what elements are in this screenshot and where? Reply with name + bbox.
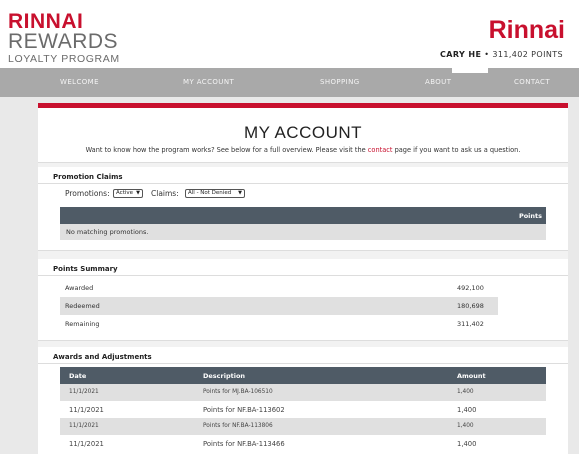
- award-date: 11/1/2021: [69, 423, 99, 429]
- column-header-points[interactable]: Points: [519, 212, 542, 220]
- chevron-down-icon: ▼: [136, 190, 140, 196]
- page-title: MY ACCOUNT: [243, 123, 363, 142]
- column-header-date[interactable]: Date: [69, 372, 86, 380]
- rinnai-rewards-logo[interactable]: RINNAI REWARDS LOYALTY PROGRAM: [8, 10, 120, 65]
- award-amount: 1,400: [457, 423, 474, 429]
- table-row: 11/1/2021 Points for NF.BA-113602 1,400: [60, 401, 546, 418]
- logo-text-rewards: REWARDS: [8, 30, 119, 53]
- section-title-awards-adjustments: Awards and Adjustments: [53, 353, 152, 361]
- section-title-promotion-claims: Promotion Claims: [53, 173, 123, 181]
- section-divider: [38, 275, 568, 276]
- award-amount: 1,400: [457, 406, 477, 414]
- intro-text-start: Want to know how the program works? See …: [85, 146, 368, 154]
- nav-item-shopping[interactable]: SHOPPING: [320, 68, 360, 97]
- table-row: Awarded 492,100: [60, 279, 498, 297]
- awards-table-header: Date Description Amount: [60, 367, 546, 384]
- promotions-table-header: Points: [60, 207, 546, 224]
- summary-label-redeemed: Redeemed: [65, 302, 100, 310]
- award-description: Points for MJ.BA-106510: [203, 389, 273, 395]
- nav-item-contact[interactable]: CONTACT: [514, 68, 550, 97]
- award-amount: 1,400: [457, 389, 474, 395]
- nav-item-about[interactable]: ABOUT: [425, 68, 451, 97]
- user-separator: •: [484, 50, 490, 59]
- nav-active-indicator: [452, 68, 488, 73]
- section-divider: [38, 183, 568, 184]
- awards-adjustments-panel: Awards and Adjustments Date Description …: [38, 347, 568, 454]
- section-gap: [38, 251, 568, 259]
- empty-message: No matching promotions.: [66, 228, 149, 236]
- intro-text: Want to know how the program works? See …: [38, 146, 568, 154]
- main-content: MY ACCOUNT Want to know how the program …: [38, 103, 568, 454]
- award-description: Points for NF.BA-113466: [203, 440, 285, 448]
- award-description: Points for NF.BA-113602: [203, 406, 285, 414]
- summary-value-awarded: 492,100: [457, 284, 484, 292]
- title-panel: MY ACCOUNT Want to know how the program …: [38, 108, 568, 163]
- nav-item-welcome[interactable]: WELCOME: [60, 68, 99, 97]
- summary-value-redeemed: 180,698: [457, 302, 484, 310]
- column-header-description[interactable]: Description: [203, 372, 245, 380]
- award-amount: 1,400: [457, 440, 477, 448]
- table-row: Redeemed 180,698: [60, 297, 498, 315]
- intro-text-end: page if you want to ask us a question.: [392, 146, 521, 154]
- table-row: Remaining 311,402: [60, 315, 498, 333]
- site-header: RINNAI REWARDS LOYALTY PROGRAM Rinnai CA…: [0, 0, 579, 68]
- summary-value-remaining: 311,402: [457, 320, 484, 328]
- award-description: Points for NF.BA-113806: [203, 423, 273, 429]
- logo-text-loyalty-program: LOYALTY PROGRAM: [8, 53, 120, 65]
- table-row: 11/1/2021 Points for NF.BA-113466 1,400: [60, 435, 546, 452]
- rinnai-brand-logo[interactable]: Rinnai: [489, 16, 565, 45]
- chevron-down-icon: ▼: [238, 190, 242, 196]
- section-divider: [38, 363, 568, 364]
- section-title-points-summary: Points Summary: [53, 265, 118, 273]
- claims-filter-label: Claims:: [151, 189, 179, 198]
- promotions-empty-row: No matching promotions.: [60, 224, 546, 240]
- award-date: 11/1/2021: [69, 406, 104, 414]
- column-header-amount[interactable]: Amount: [457, 372, 486, 380]
- promotions-filter-select[interactable]: Active ▼: [113, 189, 143, 198]
- promotions-filter-label: Promotions:: [65, 189, 110, 198]
- table-row: 11/1/2021 Points for MJ.BA-106510 1,400: [60, 384, 546, 401]
- promotion-claims-panel: Promotion Claims Promotions: Active ▼ Cl…: [38, 167, 568, 251]
- points-summary-panel: Points Summary Awarded 492,100 Redeemed …: [38, 259, 568, 341]
- promotions-filter-value: Active: [116, 190, 134, 196]
- table-row: 11/1/2021 Points for NF.BA-113806 1,400: [60, 418, 546, 435]
- summary-label-remaining: Remaining: [65, 320, 100, 328]
- award-date: 11/1/2021: [69, 389, 99, 395]
- award-date: 11/1/2021: [69, 440, 104, 448]
- logo-text-rinnai: RINNAI: [8, 10, 84, 33]
- nav-item-my-account[interactable]: MY ACCOUNT: [183, 68, 234, 97]
- user-info: CARY HE • 311,402 POINTS: [440, 50, 563, 59]
- claims-filter-select[interactable]: All - Not Denied ▼: [185, 189, 245, 198]
- summary-label-awarded: Awarded: [65, 284, 94, 292]
- user-name[interactable]: CARY HE: [440, 50, 481, 59]
- contact-link[interactable]: contact: [368, 146, 393, 154]
- main-nav: WELCOME MY ACCOUNT SHOPPING ABOUT CONTAC…: [0, 68, 579, 97]
- claims-filter-value: All - Not Denied: [188, 190, 232, 196]
- user-points-balance: 311,402 POINTS: [492, 50, 563, 59]
